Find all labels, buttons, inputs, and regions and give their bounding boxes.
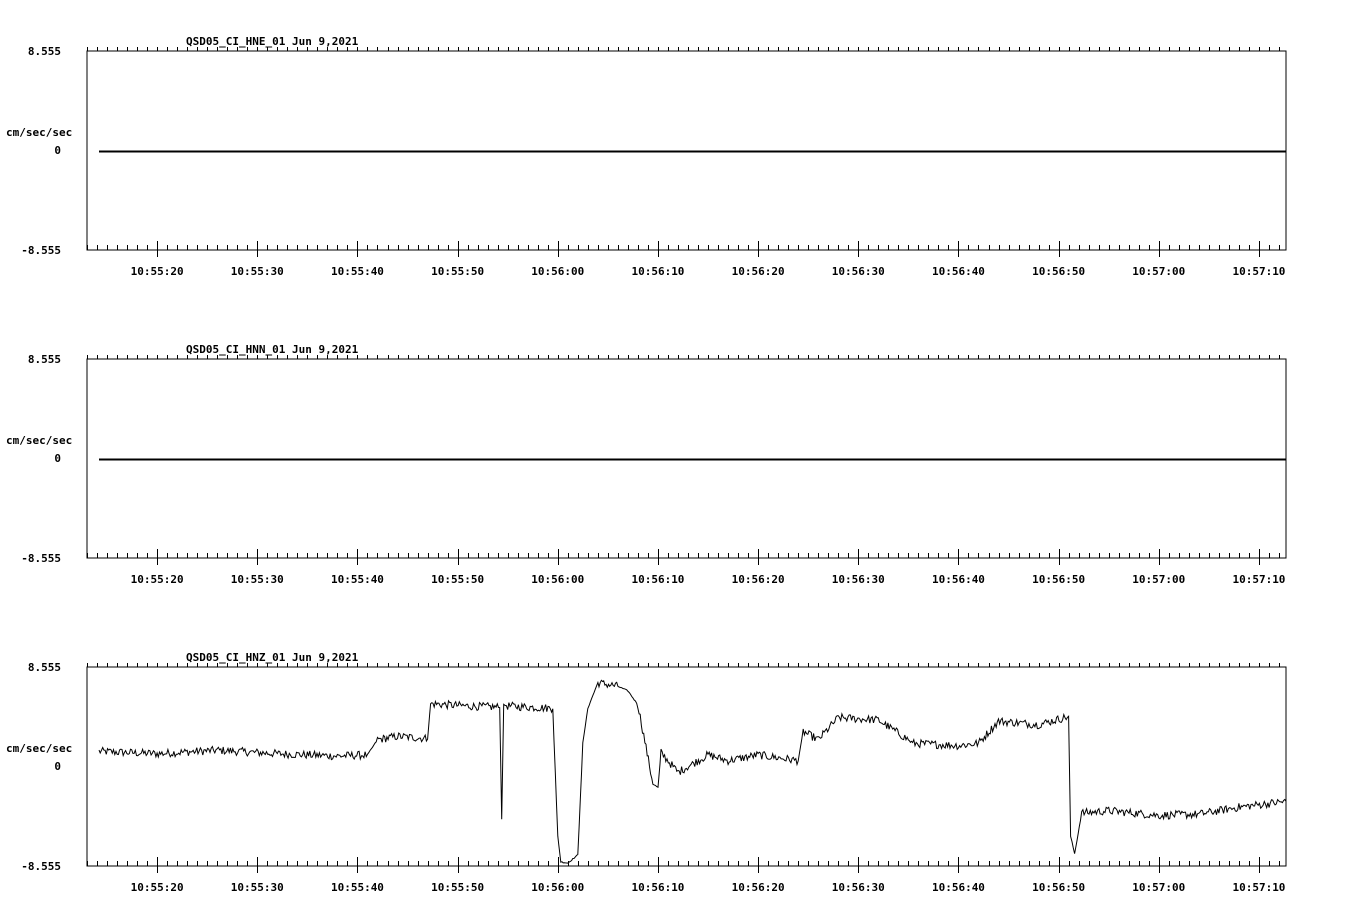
y-tick-label: 0 — [54, 760, 61, 773]
x-tick-label: 10:55:40 — [331, 881, 384, 894]
y-axis-label: cm/sec/sec — [6, 434, 72, 447]
x-tick-label: 10:55:50 — [431, 881, 484, 894]
x-tick-label: 10:56:50 — [1032, 573, 1085, 586]
x-tick-label: 10:55:20 — [131, 881, 184, 894]
y-axis-label: cm/sec/sec — [6, 126, 72, 139]
x-tick-label: 10:55:50 — [431, 265, 484, 278]
x-tick-label: 10:57:00 — [1132, 881, 1185, 894]
x-tick-label: 10:56:30 — [832, 573, 885, 586]
y-tick-label: 8.555 — [28, 45, 61, 58]
channel-panel: QSD05_CI_HNN_01 Jun 9,2021 8.555 0 -8.555 cm… — [6, 343, 1287, 586]
x-tick-label: 10:55:30 — [231, 573, 284, 586]
x-tick-label: 10:56:30 — [832, 881, 885, 894]
x-tick-label: 10:56:00 — [531, 573, 584, 586]
x-tick-label: 10:56:50 — [1032, 265, 1085, 278]
x-tick-label: 10:56:20 — [732, 265, 785, 278]
x-tick-label: 10:57:10 — [1232, 265, 1285, 278]
y-tick-label: 8.555 — [28, 353, 61, 366]
x-tick-label: 10:55:40 — [331, 265, 384, 278]
waveform-trace — [98, 679, 1287, 864]
x-tick-label: 10:56:40 — [932, 573, 985, 586]
x-tick-label: 10:55:40 — [331, 573, 384, 586]
x-tick-label: 10:55:20 — [131, 265, 184, 278]
channel-panel: QSD05_CI_HNE_01 Jun 9,2021 8.555 0 -8.555 cm… — [6, 35, 1287, 278]
x-tick-label: 10:56:30 — [832, 265, 885, 278]
y-tick-label: 0 — [54, 452, 61, 465]
x-tick-label: 10:57:00 — [1132, 265, 1185, 278]
x-tick-label: 10:56:20 — [732, 881, 785, 894]
y-tick-label: -8.555 — [21, 244, 61, 257]
x-tick-label: 10:55:50 — [431, 573, 484, 586]
panel-title: QSD05_CI_HNZ_01 Jun 9,2021 — [186, 651, 359, 664]
x-tick-label: 10:56:20 — [732, 573, 785, 586]
seismogram-figure: QSD05_CI_HNE_01 Jun 9,2021 8.555 0 -8.555 cm… — [6, 35, 1287, 894]
plot-frame — [86, 666, 1287, 867]
x-tick-label: 10:56:40 — [932, 265, 985, 278]
x-tick-label: 10:55:20 — [131, 573, 184, 586]
channel-panel: QSD05_CI_HNZ_01 Jun 9,2021 8.555 0 -8.555 cm… — [6, 651, 1287, 894]
x-tick-label: 10:56:10 — [631, 881, 684, 894]
y-tick-label: -8.555 — [21, 860, 61, 873]
x-tick-label: 10:56:50 — [1032, 881, 1085, 894]
x-tick-label: 10:56:10 — [631, 573, 684, 586]
x-tick-label: 10:55:30 — [231, 265, 284, 278]
x-tick-label: 10:57:10 — [1232, 573, 1285, 586]
x-tick-label: 10:57:10 — [1232, 881, 1285, 894]
x-tick-label: 10:56:10 — [631, 265, 684, 278]
y-axis-label: cm/sec/sec — [6, 742, 72, 755]
x-tick-label: 10:56:00 — [531, 881, 584, 894]
x-tick-label: 10:57:00 — [1132, 573, 1185, 586]
y-tick-label: 8.555 — [28, 661, 61, 674]
panel-title: QSD05_CI_HNE_01 Jun 9,2021 — [186, 35, 359, 48]
x-tick-label: 10:56:00 — [531, 265, 584, 278]
y-tick-label: 0 — [54, 144, 61, 157]
x-tick-label: 10:55:30 — [231, 881, 284, 894]
y-tick-label: -8.555 — [21, 552, 61, 565]
x-tick-label: 10:56:40 — [932, 881, 985, 894]
panel-title: QSD05_CI_HNN_01 Jun 9,2021 — [186, 343, 359, 356]
